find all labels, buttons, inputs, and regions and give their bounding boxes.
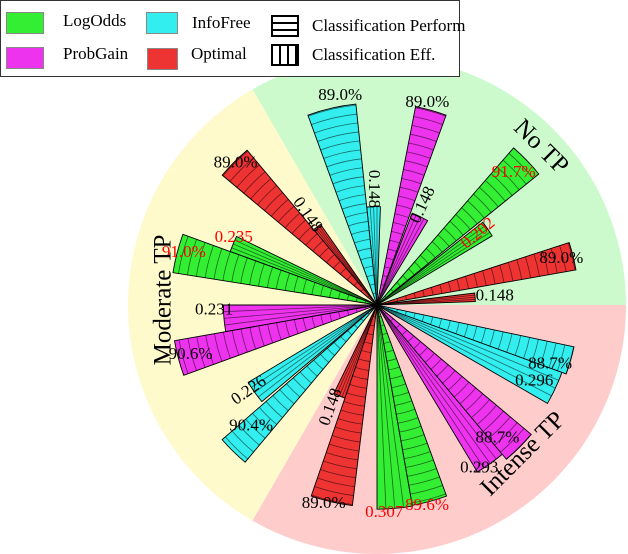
bar-value-label: 0.148: [365, 170, 384, 208]
sector-label: Moderate TP: [150, 235, 177, 366]
legend-hatch-horizontal-icon: [271, 15, 299, 37]
legend-label-infofree: InfoFree: [192, 13, 251, 32]
legend-label-eff: Classification Eff.: [312, 45, 436, 64]
legend-swatch-probgain: [6, 47, 44, 69]
bar-value-label: 0.231: [195, 300, 233, 319]
polar-bar-chart: 0.14889.0%0.20291.7%0.14889.0%0.14889.0%…: [128, 55, 626, 554]
bar-value-label: 0.148: [476, 286, 514, 305]
bar-value-label: 0.235: [215, 227, 253, 246]
bar-value-label: 89.0%: [405, 92, 449, 111]
bar-value-label: 89.6%: [405, 495, 449, 514]
bar-value-label: 88.7%: [528, 353, 572, 372]
legend-hatch-vertical-icon: [271, 44, 299, 66]
legend-swatch-logodds: [6, 12, 44, 34]
bar-value-label: 89.0%: [302, 493, 346, 512]
legend: LogOdds ProbGain InfoFree Optimal Classi…: [0, 0, 465, 77]
bar-value-label: 0.296: [515, 371, 553, 390]
bar-value-label: 91.7%: [492, 162, 536, 181]
bar-value-label: 0.307: [365, 502, 404, 521]
legend-label-probgain: ProbGain: [63, 44, 129, 63]
bar-value-label: 89.0%: [318, 85, 362, 104]
bar-value-label: 89.0%: [539, 248, 583, 267]
legend-swatch-optimal: [147, 48, 178, 70]
legend-label-logodds: LogOdds: [63, 11, 127, 30]
legend-label-perform: Classification Perform: [312, 16, 466, 35]
legend-swatch-infofree: [146, 12, 178, 34]
legend-label-optimal: Optimal: [191, 44, 247, 63]
bar-value-label: 89.0%: [214, 152, 258, 171]
bar-value-label: 90.4%: [229, 415, 273, 434]
